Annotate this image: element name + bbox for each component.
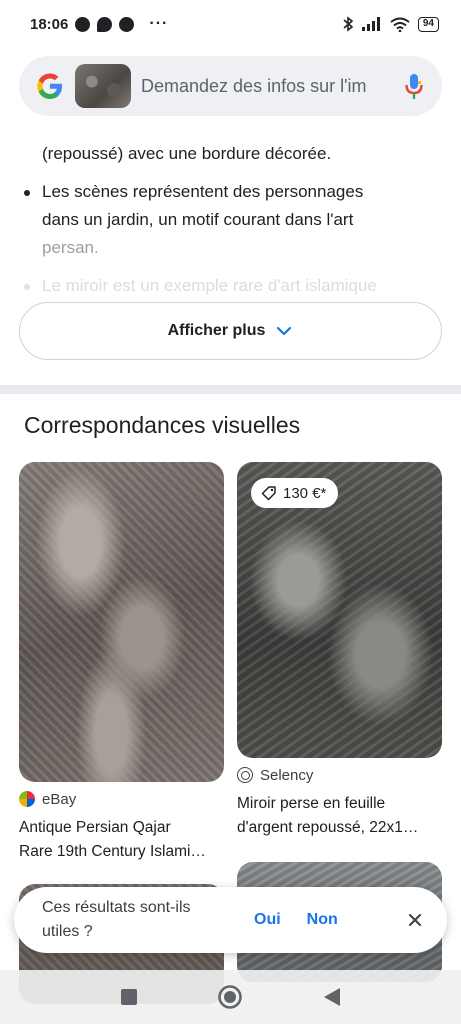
summary-line: dans un jardin, un motif courant dans l'… bbox=[42, 210, 354, 229]
visual-match-card[interactable]: eBay Antique Persian Qajar Rare 19th Cen… bbox=[19, 462, 227, 864]
close-icon[interactable] bbox=[407, 912, 423, 928]
app-notification-icon bbox=[119, 16, 135, 32]
google-logo-icon bbox=[37, 73, 62, 99]
result-title-line: d'argent repoussé, 22x1… bbox=[237, 819, 419, 836]
facebook-icon bbox=[75, 16, 91, 32]
result-source-name: Selency bbox=[260, 766, 314, 784]
show-more-label: Afficher plus bbox=[167, 322, 266, 339]
summary-line: Les scènes représentent des personnages bbox=[42, 182, 364, 201]
status-bar: 18:06 ··· 94 bbox=[0, 0, 461, 48]
signal-icon bbox=[361, 17, 380, 31]
bullet-partial-top bbox=[20, 116, 437, 148]
system-nav-bar bbox=[0, 970, 461, 1024]
search-bar[interactable]: Demandez des infos sur l'im bbox=[19, 56, 442, 116]
result-title-line: Antique Persian Qajar bbox=[19, 819, 171, 836]
query-image-thumbnail[interactable] bbox=[75, 64, 131, 108]
bluetooth-icon bbox=[343, 16, 354, 32]
chevron-down-icon bbox=[277, 326, 292, 336]
search-input[interactable]: Demandez des infos sur l'im bbox=[141, 76, 394, 97]
result-title[interactable]: Miroir perse en feuille d'argent repouss… bbox=[237, 792, 445, 840]
chat-bubble-icon bbox=[97, 16, 113, 32]
summary-bullet-item: Les scènes représentent des personnages … bbox=[20, 178, 437, 262]
ai-summary: (repoussé) avec une bordure décorée. Les… bbox=[0, 116, 461, 300]
result-title[interactable]: Antique Persian Qajar Rare 19th Century … bbox=[19, 816, 227, 864]
selency-icon bbox=[237, 767, 253, 783]
back-icon[interactable] bbox=[323, 987, 341, 1007]
summary-bullet-item: Le miroir est un exemple rare d'art isla… bbox=[20, 272, 437, 300]
visual-match-card[interactable]: 130 €* Selency Miroir perse en feuille d… bbox=[237, 462, 445, 840]
show-more-button[interactable]: Afficher plus bbox=[19, 302, 442, 360]
result-source[interactable]: Selency bbox=[237, 764, 445, 786]
summary-line: persan. bbox=[42, 238, 99, 257]
result-image[interactable] bbox=[19, 462, 224, 782]
status-time: 18:06 bbox=[30, 15, 69, 33]
result-title-line: Miroir perse en feuille bbox=[237, 795, 386, 812]
feedback-question: Ces résultats sont-ils utiles ? bbox=[42, 899, 191, 940]
wifi-icon bbox=[390, 17, 410, 32]
more-notifications-icon: ··· bbox=[149, 15, 169, 32]
feedback-prompt: Ces résultats sont-ils utiles ? Oui Non bbox=[14, 887, 447, 953]
result-image[interactable]: 130 €* bbox=[237, 462, 442, 758]
section-divider bbox=[0, 385, 461, 394]
feedback-yes-button[interactable]: Oui bbox=[254, 911, 281, 929]
result-title-line: Rare 19th Century Islami… bbox=[19, 843, 206, 860]
home-icon[interactable] bbox=[217, 984, 243, 1010]
ebay-icon bbox=[19, 791, 35, 807]
microphone-icon[interactable] bbox=[402, 71, 426, 101]
result-source-name: eBay bbox=[42, 790, 77, 808]
feedback-no-button[interactable]: Non bbox=[307, 911, 338, 929]
visual-matches-title: Correspondances visuelles bbox=[24, 412, 301, 438]
recent-apps-icon[interactable] bbox=[120, 988, 138, 1006]
battery-indicator: 94 bbox=[417, 16, 439, 32]
price-tag-icon bbox=[261, 486, 276, 501]
result-source[interactable]: eBay bbox=[19, 788, 227, 810]
price-tag: 130 €* bbox=[251, 478, 339, 508]
price-value: 130 €* bbox=[283, 484, 327, 502]
summary-line: Le miroir est un exemple rare d'art isla… bbox=[42, 276, 377, 295]
